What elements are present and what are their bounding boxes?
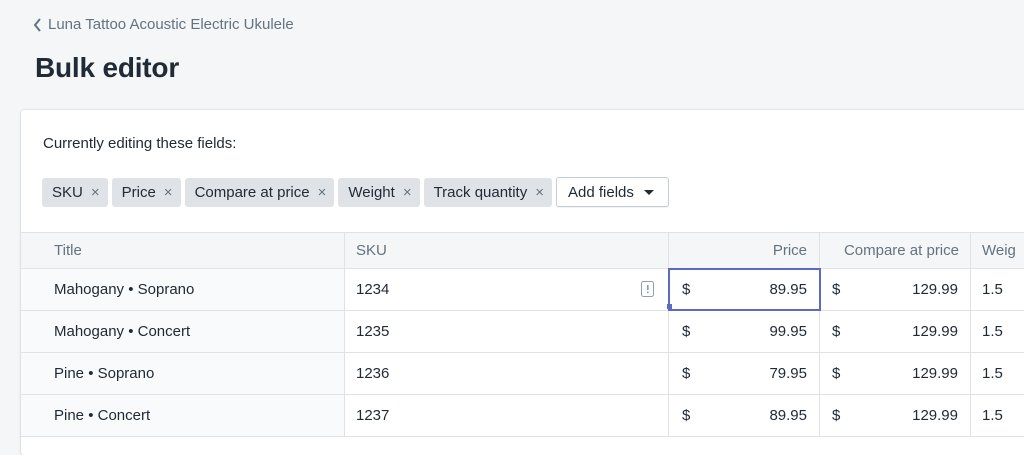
field-tag-label: SKU — [52, 183, 83, 201]
currency-symbol: $ — [682, 323, 691, 340]
variants-table: Title SKU Price Compare at price Weig Ma… — [21, 232, 1024, 437]
sku-cell[interactable]: 1237 — [345, 395, 669, 436]
currency-symbol: $ — [832, 323, 841, 340]
sku-value: 1237 — [356, 407, 390, 424]
table-row: Pine • Concert 1237 $ 89.95 $ 129.99 1.5 — [21, 395, 1024, 437]
field-tag-weight: Weight × — [338, 177, 420, 207]
weight-value: 1.5 — [982, 323, 1003, 340]
column-header-compare-at-price: Compare at price — [820, 233, 971, 268]
table-header: Title SKU Price Compare at price Weig — [21, 232, 1024, 269]
price-cell[interactable]: $ 79.95 — [669, 353, 820, 394]
sku-value: 1236 — [356, 365, 390, 382]
weight-cell[interactable]: 1.5 — [971, 353, 1024, 394]
breadcrumb[interactable]: Luna Tattoo Acoustic Electric Ukulele — [33, 16, 294, 33]
price-cell[interactable]: $ 99.95 — [669, 311, 820, 352]
currency-symbol: $ — [832, 281, 841, 298]
title-cell: Pine • Concert — [21, 395, 345, 436]
compare-at-price-cell[interactable]: $ 129.99 — [820, 269, 971, 310]
table-row: Mahogany • Soprano 1234 $ 89.95 $ 129.99… — [21, 268, 1024, 311]
editing-fields-label: Currently editing these fields: — [43, 135, 237, 152]
title-cell: Pine • Soprano — [21, 353, 345, 394]
page-title: Bulk editor — [35, 52, 180, 83]
field-tag-label: Track quantity — [433, 183, 528, 201]
price-cell[interactable]: $ 89.95 — [669, 395, 820, 436]
title-text: Mahogany • Soprano — [54, 281, 195, 298]
currency-symbol: $ — [682, 407, 691, 424]
price-value: 89.95 — [769, 407, 807, 424]
compare-at-price-cell[interactable]: $ 129.99 — [820, 353, 971, 394]
field-tag-track-quantity: Track quantity × — [423, 177, 552, 207]
field-tag-price: Price × — [111, 177, 181, 207]
title-text: Pine • Concert — [54, 407, 151, 424]
compare-at-price-value: 129.99 — [912, 365, 958, 382]
column-header-sku: SKU — [345, 233, 669, 268]
title-cell: Mahogany • Soprano — [21, 269, 345, 310]
field-tag-label: Compare at price — [194, 183, 310, 201]
price-value: 79.95 — [769, 365, 807, 382]
remove-icon[interactable]: × — [318, 185, 327, 200]
field-tag-sku: SKU × — [42, 177, 108, 207]
currency-symbol: $ — [682, 365, 691, 382]
fill-handle[interactable] — [667, 304, 672, 309]
weight-value: 1.5 — [982, 407, 1003, 424]
compare-at-price-value: 129.99 — [912, 407, 958, 424]
compare-at-price-value: 129.99 — [912, 281, 958, 298]
sku-cell[interactable]: 1234 — [345, 269, 669, 310]
remove-icon[interactable]: × — [403, 185, 412, 200]
currency-symbol: $ — [832, 365, 841, 382]
currency-symbol: $ — [832, 407, 841, 424]
field-tag-compare-at-price: Compare at price × — [184, 177, 335, 207]
remove-icon[interactable]: × — [164, 185, 173, 200]
weight-cell[interactable]: 1.5 — [971, 395, 1024, 436]
bulk-editor-card: Currently editing these fields: SKU × Pr… — [21, 110, 1024, 455]
field-tag-label: Weight — [348, 183, 395, 201]
title-text: Pine • Soprano — [54, 365, 155, 382]
add-fields-button[interactable]: Add fields — [556, 177, 669, 207]
table-row: Mahogany • Concert 1235 $ 99.95 $ 129.99… — [21, 311, 1024, 353]
expand-cell-icon[interactable] — [641, 281, 654, 297]
sku-cell[interactable]: 1236 — [345, 353, 669, 394]
column-header-title: Title — [21, 233, 345, 268]
compare-at-price-cell[interactable]: $ 129.99 — [820, 395, 971, 436]
field-tags: SKU × Price × Compare at price × Weight … — [42, 177, 669, 207]
compare-at-price-value: 129.99 — [912, 323, 958, 340]
sku-value: 1234 — [356, 281, 390, 298]
compare-at-price-cell[interactable]: $ 129.99 — [820, 311, 971, 352]
table-row: Pine • Soprano 1236 $ 79.95 $ 129.99 1.5 — [21, 353, 1024, 395]
weight-value: 1.5 — [982, 365, 1003, 382]
price-value: 99.95 — [769, 323, 807, 340]
sku-cell[interactable]: 1235 — [345, 311, 669, 352]
breadcrumb-link[interactable]: Luna Tattoo Acoustic Electric Ukulele — [48, 16, 294, 33]
remove-icon[interactable]: × — [91, 185, 100, 200]
chevron-left-icon — [33, 17, 41, 32]
column-header-price: Price — [669, 233, 820, 268]
price-value: 89.95 — [769, 281, 807, 298]
remove-icon[interactable]: × — [535, 185, 544, 200]
weight-cell[interactable]: 1.5 — [971, 269, 1024, 310]
caret-down-icon — [643, 189, 654, 195]
title-text: Mahogany • Concert — [54, 323, 191, 340]
field-tag-label: Price — [121, 183, 156, 201]
column-header-weight: Weig — [982, 242, 1016, 259]
sku-value: 1235 — [356, 323, 390, 340]
title-cell: Mahogany • Concert — [21, 311, 345, 352]
price-cell[interactable]: $ 89.95 — [669, 269, 820, 310]
weight-value: 1.5 — [982, 281, 1003, 298]
currency-symbol: $ — [682, 281, 691, 298]
add-fields-label: Add fields — [568, 183, 634, 201]
weight-cell[interactable]: 1.5 — [971, 311, 1024, 352]
